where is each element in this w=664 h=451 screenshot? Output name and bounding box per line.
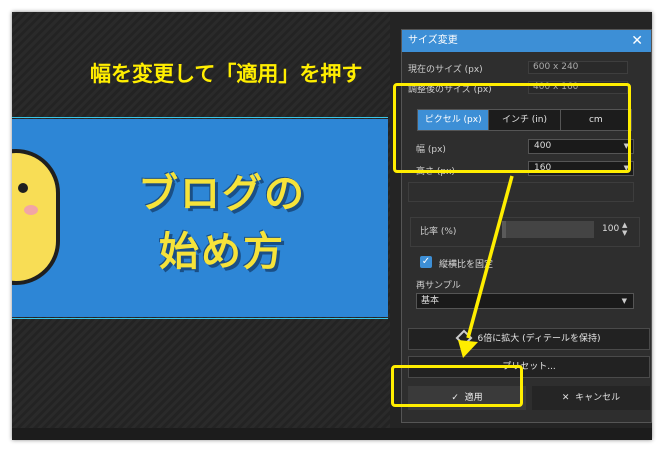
annotation-arrow [458, 175, 514, 358]
